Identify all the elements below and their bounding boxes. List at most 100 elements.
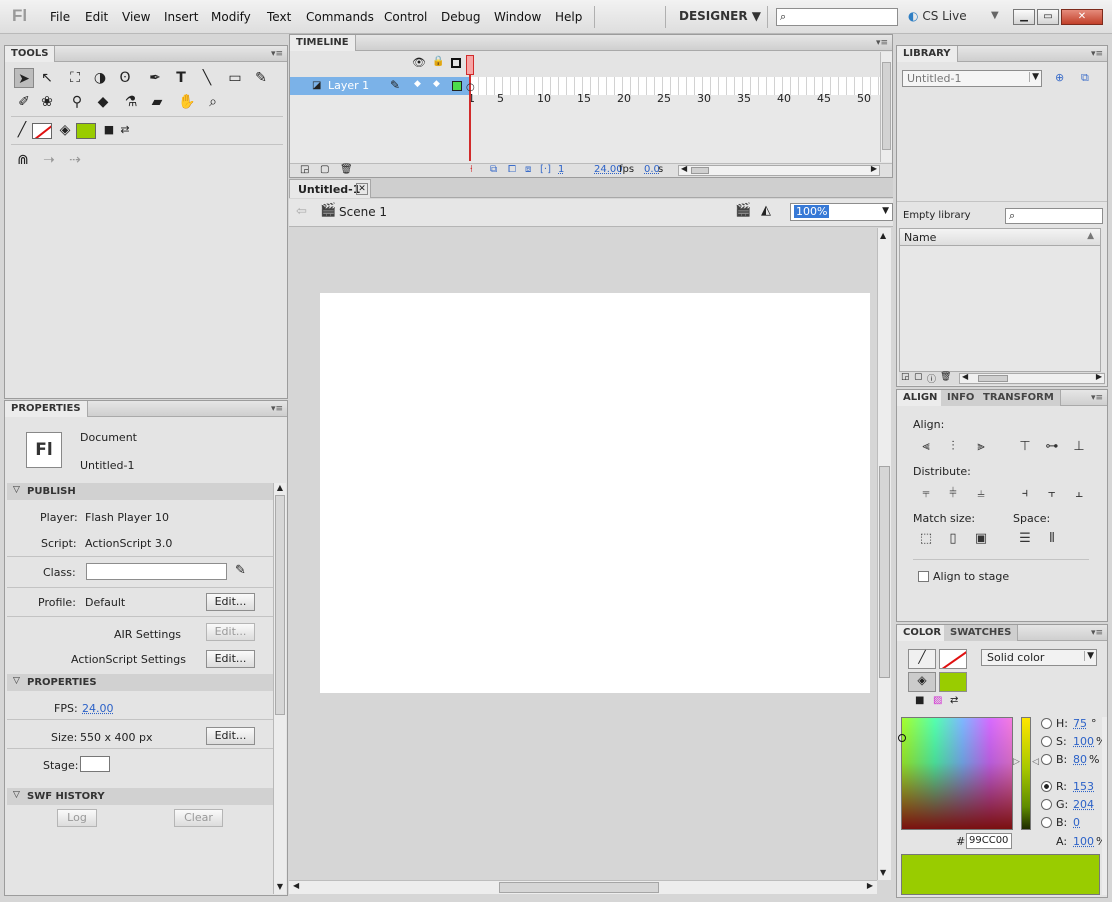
edit-profile-button[interactable]: Edit... (206, 593, 255, 611)
layer-outline-color-swatch[interactable] (452, 81, 462, 91)
edit-scene-icon[interactable]: 🎬 (735, 203, 751, 218)
align-bottom-edge-icon[interactable]: ⊥ (1070, 438, 1088, 456)
swf-clear-button[interactable]: Clear (174, 809, 223, 827)
menu-modify[interactable]: Modify (211, 10, 251, 24)
scroll-left-icon[interactable]: ◀ (293, 881, 299, 890)
edit-symbols-icon[interactable]: ◭ (761, 203, 771, 218)
scroll-right-icon[interactable]: ▶ (1096, 372, 1102, 381)
eyedropper-tool-icon[interactable]: ⚗ (121, 92, 141, 112)
library-search-input[interactable]: ⌕ (1005, 208, 1103, 224)
sort-ascending-icon[interactable]: ▲ (1087, 231, 1094, 241)
playhead[interactable] (466, 55, 474, 75)
current-frame-value[interactable]: 1 (558, 164, 564, 175)
stage-canvas[interactable] (320, 293, 870, 693)
chevron-down-icon[interactable]: ▼ (991, 10, 999, 21)
scrollbar-thumb[interactable] (879, 466, 890, 678)
no-color-icon[interactable]: ▨ (933, 695, 942, 706)
bone-tool-icon[interactable]: ⚲ (67, 92, 87, 112)
distribute-left-icon[interactable]: ⫞ (1016, 485, 1034, 503)
brightness-radio[interactable] (1041, 754, 1052, 765)
edit-air-settings-button[interactable]: Edit... (206, 623, 255, 641)
swf-log-button[interactable]: Log (57, 809, 97, 827)
fill-bucket-icon[interactable]: ◈ (55, 120, 75, 140)
saturation-radio[interactable] (1041, 736, 1052, 747)
close-window-button[interactable]: ✕ (1061, 9, 1103, 25)
fps-value[interactable]: 24.00 (82, 702, 114, 715)
match-height-icon[interactable]: ▯ (944, 530, 962, 548)
hand-tool-icon[interactable]: ✋ (177, 92, 197, 112)
match-width-and-height-icon[interactable]: ▣ (972, 530, 990, 548)
pen-tool-icon[interactable]: ✒ (145, 68, 165, 88)
align-top-edge-icon[interactable]: ⊤ (1016, 438, 1034, 456)
menu-window[interactable]: Window (494, 10, 541, 24)
scroll-right-icon[interactable]: ▶ (867, 881, 873, 890)
space-evenly-vertically-icon[interactable]: ☰ (1016, 530, 1034, 548)
blue-value[interactable]: 0 (1073, 816, 1080, 829)
edit-size-button[interactable]: Edit... (206, 727, 255, 745)
brightness-slider[interactable] (1021, 717, 1031, 830)
text-tool-icon[interactable]: T (171, 68, 191, 88)
tab-timeline[interactable]: TIMELINE (290, 35, 356, 51)
modify-markers-icon[interactable]: [·] (540, 164, 551, 175)
menu-debug[interactable]: Debug (441, 10, 480, 24)
scroll-right-icon[interactable]: ▶ (871, 164, 877, 173)
panel-menu-icon[interactable]: ▾≡ (271, 404, 283, 414)
align-left-edge-icon[interactable]: ⫷ (917, 438, 935, 456)
distribute-top-icon[interactable]: ⫧ (917, 485, 935, 503)
space-evenly-horizontally-icon[interactable]: ⦀ (1043, 530, 1061, 548)
scroll-left-icon[interactable]: ◀ (681, 164, 687, 173)
scrollbar-thumb[interactable] (691, 167, 709, 174)
deco-tool-icon[interactable]: ❀ (37, 92, 57, 112)
alpha-value[interactable]: 100 (1073, 835, 1094, 848)
center-frame-icon[interactable]: ⍿ (470, 164, 473, 175)
slider-left-arrow-icon[interactable]: ▷ (1013, 757, 1020, 767)
align-right-edge-icon[interactable]: ⫸ (972, 438, 990, 456)
pin-library-icon[interactable]: ⊕ (1055, 71, 1064, 84)
new-symbol-icon[interactable]: ◲ (901, 372, 910, 382)
help-search-input[interactable]: ⌕ (776, 8, 898, 26)
stage-vertical-scrollbar[interactable]: ▲ ▼ (877, 228, 891, 880)
edit-actionscript-settings-button[interactable]: Edit... (206, 650, 255, 668)
hex-input[interactable]: 99CC00 (966, 833, 1012, 849)
timeline-horizontal-scrollbar[interactable]: ◀ ▶ (678, 164, 880, 176)
new-layer-icon[interactable]: ◲ (300, 164, 309, 175)
library-column-header[interactable]: Name ▲ (899, 228, 1101, 246)
stroke-color-pencil-icon[interactable]: ╱ (908, 649, 936, 669)
outline-icon[interactable] (451, 58, 461, 68)
lasso-tool-icon[interactable]: ʘ (115, 68, 135, 88)
color-panel-scrollbar[interactable] (1102, 717, 1107, 895)
eye-icon[interactable]: 👁 (412, 56, 426, 69)
stage-horizontal-scrollbar[interactable]: ◀ ▶ (289, 880, 877, 894)
swap-colors-icon[interactable]: ⇄ (950, 695, 958, 706)
zoom-select[interactable]: 100% ▼ (790, 203, 893, 221)
subselection-tool-icon[interactable]: ↖ (37, 68, 57, 88)
tab-library[interactable]: LIBRARY (897, 46, 958, 62)
library-horizontal-scrollbar[interactable]: ◀ ▶ (959, 372, 1105, 384)
panel-menu-icon[interactable]: ▾≡ (271, 49, 283, 59)
new-library-panel-icon[interactable]: ⧉ (1081, 71, 1089, 85)
lock-icon[interactable]: 🔒 (432, 56, 444, 67)
menu-file[interactable]: File (50, 10, 70, 24)
distribute-bottom-icon[interactable]: ⫨ (972, 485, 990, 503)
properties-icon[interactable]: ⓘ (927, 372, 936, 385)
swap-colors-icon[interactable]: ⇄ (115, 120, 135, 140)
paint-bucket-tool-icon[interactable]: ◆ (93, 92, 113, 112)
delete-icon[interactable]: 🗑 (940, 372, 951, 382)
close-tab-icon[interactable]: ✕ (356, 183, 368, 195)
scroll-down-icon[interactable]: ▼ (880, 868, 886, 877)
color-picker-cursor[interactable] (898, 734, 906, 742)
tab-align[interactable]: ALIGN (897, 390, 945, 406)
fill-type-select[interactable]: Solid color ▼ (981, 649, 1097, 666)
stroke-color-icon[interactable]: ╱ (12, 120, 32, 140)
panel-menu-icon[interactable]: ▾≡ (1091, 393, 1103, 403)
free-transform-tool-icon[interactable]: ⛶ (65, 68, 85, 88)
tab-color[interactable]: COLOR (897, 625, 949, 641)
line-tool-icon[interactable]: ╲ (197, 68, 217, 88)
delete-layer-icon[interactable]: 🗑 (340, 164, 353, 175)
stroke-color-swatch[interactable] (32, 123, 52, 139)
3d-rotation-tool-icon[interactable]: ◑ (90, 68, 110, 88)
menu-control[interactable]: Control (384, 10, 427, 24)
brightness-value[interactable]: 80 (1073, 753, 1087, 766)
menu-view[interactable]: View (122, 10, 150, 24)
menu-help[interactable]: Help (555, 10, 582, 24)
